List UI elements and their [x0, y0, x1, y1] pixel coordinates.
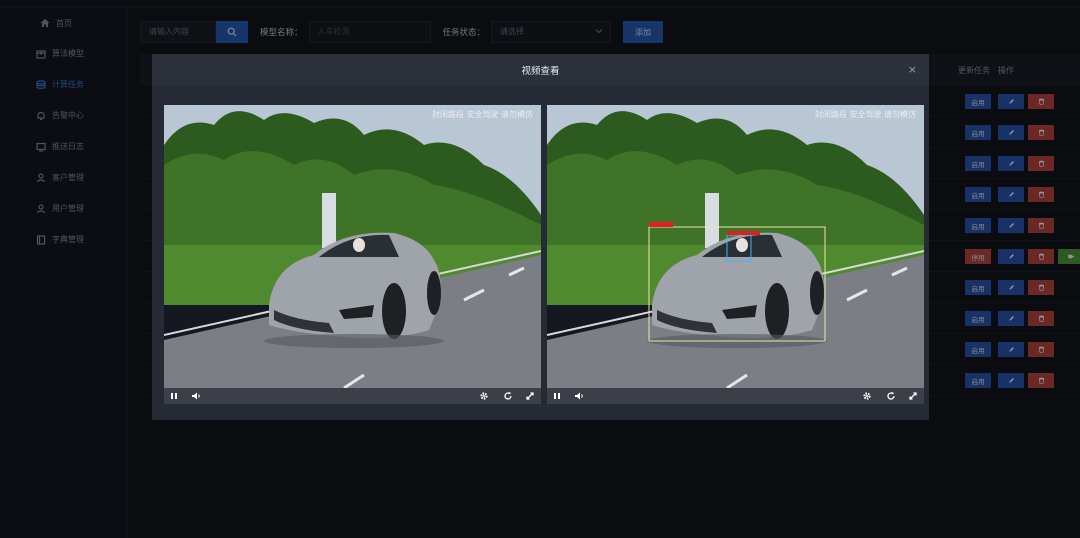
gear-icon[interactable]: [862, 391, 872, 401]
close-icon[interactable]: ×: [908, 63, 917, 76]
video-watermark: 封闭路段 安全驾驶 请勿模仿: [431, 110, 533, 119]
gear-icon[interactable]: [479, 391, 489, 401]
road-scene-image: [164, 105, 541, 388]
volume-icon[interactable]: [574, 391, 584, 401]
fullscreen-icon[interactable]: [525, 391, 535, 401]
video-controls: [547, 388, 924, 404]
video-watermark: 封闭路段 安全驾驶 请勿模仿: [814, 110, 916, 119]
refresh-icon[interactable]: [886, 391, 896, 401]
detection-video-player[interactable]: 封闭路段 安全驾驶 请勿模仿: [547, 105, 924, 404]
pause-icon[interactable]: [552, 391, 562, 401]
video-view-dialog: 视频查看 × 封闭路段 安全驾驶 请勿模仿 封闭路段 安全驾驶 请勿模仿: [152, 54, 929, 420]
pause-icon[interactable]: [169, 391, 179, 401]
fullscreen-icon[interactable]: [908, 391, 918, 401]
volume-icon[interactable]: [191, 391, 201, 401]
refresh-icon[interactable]: [503, 391, 513, 401]
source-video-player[interactable]: 封闭路段 安全驾驶 请勿模仿: [164, 105, 541, 404]
video-frame: 封闭路段 安全驾驶 请勿模仿: [547, 105, 924, 388]
road-scene-image: [547, 105, 924, 388]
dialog-title: 视频查看: [521, 66, 560, 77]
video-frame: 封闭路段 安全驾驶 请勿模仿: [164, 105, 541, 388]
dialog-header: 视频查看 ×: [152, 54, 929, 86]
video-controls: [164, 388, 541, 404]
